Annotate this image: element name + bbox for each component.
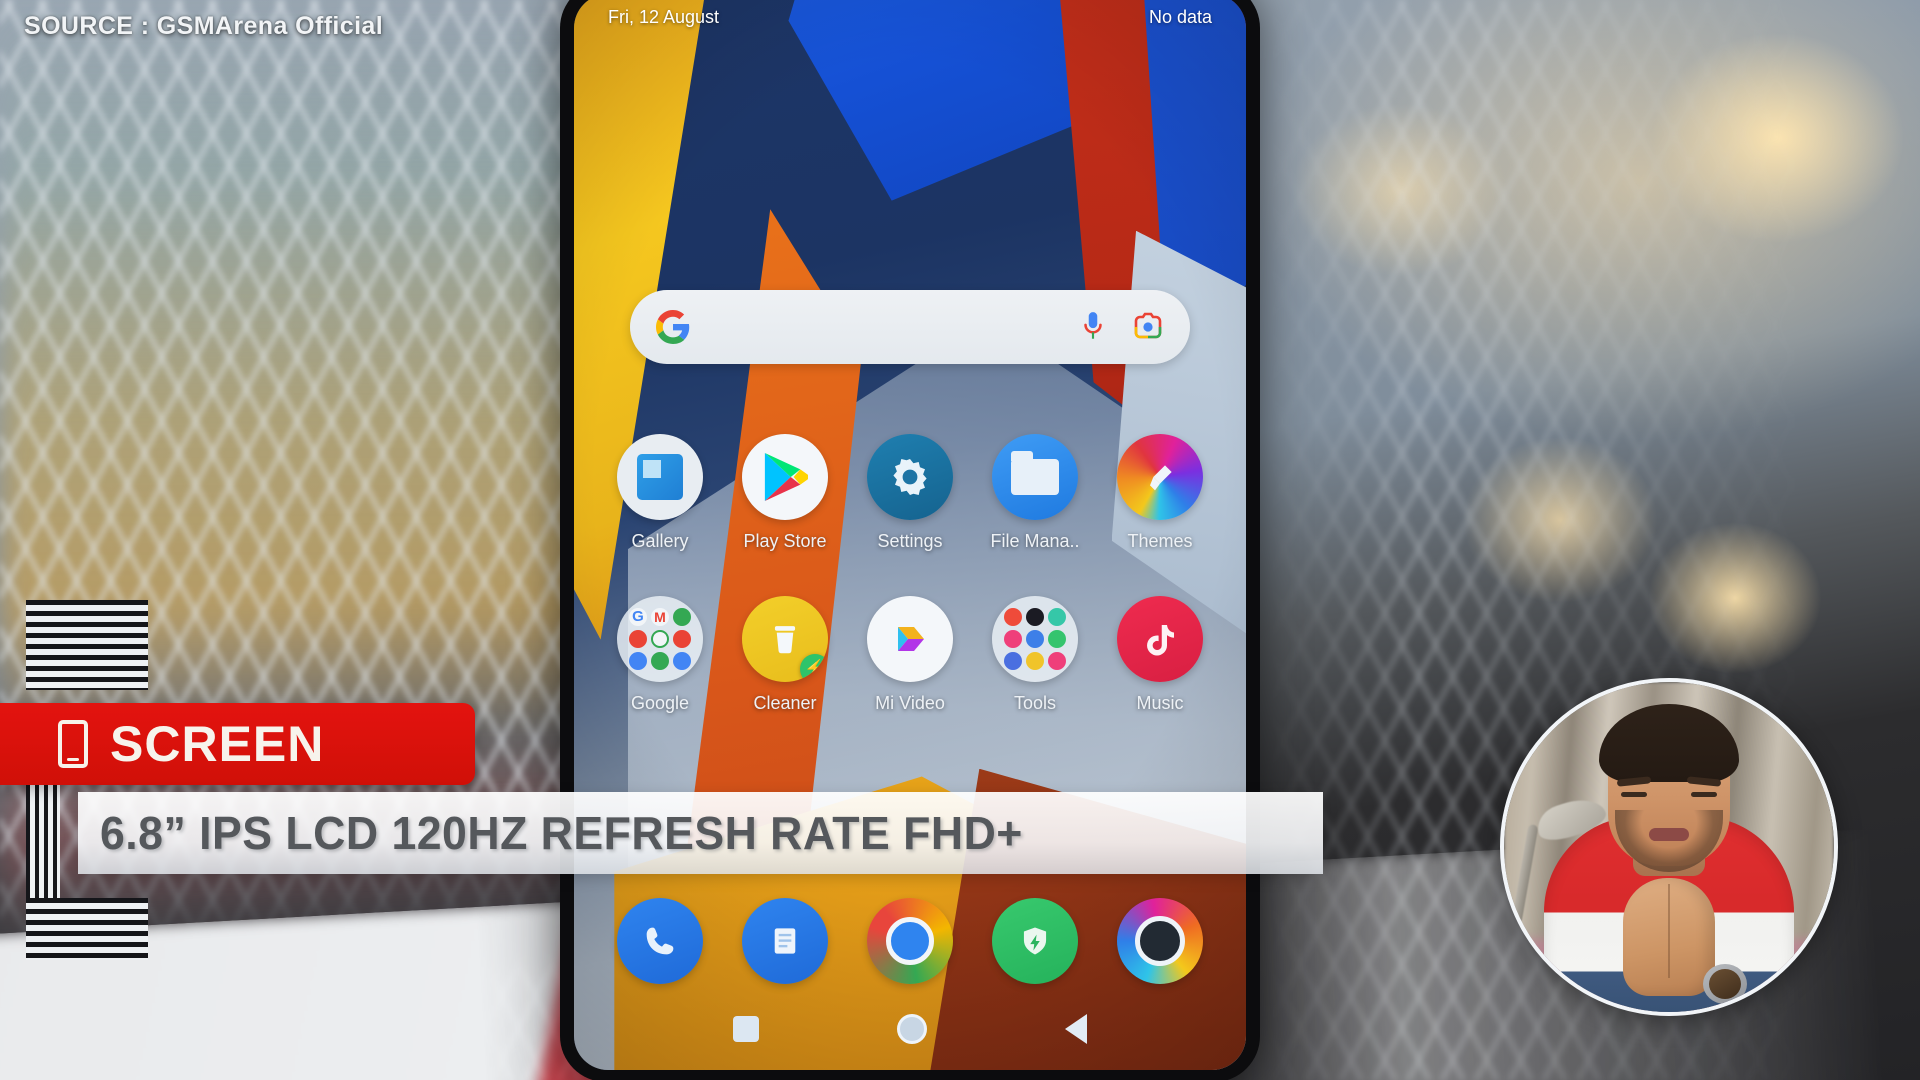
app-label: Music [1136,693,1184,713]
status-bar: Fri, 12 August No data [574,0,1246,40]
stripe-decor-vertical [26,784,60,902]
mi-video-play-icon[interactable] [867,596,953,682]
google-folder-icon[interactable]: G M [617,596,703,682]
circle-home-icon[interactable] [897,1014,927,1044]
section-banner: SCREEN [0,703,475,785]
app-label: Settings [877,531,943,551]
video-frame: SOURCE : GSMArena Official Fri, 12 Augus… [0,0,1920,1080]
cleaner-badge: ⚡ [800,654,828,682]
security-shield-icon[interactable] [992,898,1078,984]
gallery-icon[interactable] [617,434,703,520]
navigation-bar [574,1000,1246,1058]
app-label: Google [630,693,690,713]
microphone-icon[interactable] [1080,311,1106,343]
phone-handset-icon[interactable] [617,898,703,984]
camera-icon[interactable] [1117,898,1203,984]
app-grid: Gallery Play Store Settings File Mana.. … [604,434,1216,758]
square-recents-icon[interactable] [733,1016,759,1042]
google-search-widget[interactable] [630,290,1190,364]
dock-app-camera[interactable] [1104,898,1216,984]
triangle-back-icon[interactable] [1065,1014,1087,1044]
file-manager-folder-icon[interactable] [992,434,1078,520]
spec-text: 6.8” IPS LCD 120HZ REFRESH RATE FHD+ [100,807,1023,859]
google-lens-icon[interactable] [1132,311,1164,343]
presenter-mouth [1649,828,1689,841]
phone-screen: Fri, 12 August No data Gallery Play Stor… [574,0,1246,1070]
app-cleaner[interactable]: ⚡ Cleaner [729,596,841,714]
google-g-icon [656,310,690,344]
smartphone-icon [58,720,88,768]
phone-device: Fri, 12 August No data Gallery Play Stor… [560,0,1260,1080]
app-label: Gallery [631,531,689,551]
app-music[interactable]: Music [1104,596,1216,714]
dock-app-phone[interactable] [604,898,716,984]
app-label: Tools [1013,693,1057,713]
section-label: SCREEN [110,716,325,772]
source-label: SOURCE : GSMArena Official [24,12,384,40]
app-label: Cleaner [753,693,817,713]
play-store-icon[interactable] [742,434,828,520]
app-label: Themes [1127,531,1193,551]
app-play-store[interactable]: Play Store [729,434,841,552]
app-themes[interactable]: Themes [1104,434,1216,552]
dock [604,898,1216,984]
app-label: Play Store [743,531,827,551]
dock-app-security[interactable] [979,898,1091,984]
app-google-folder[interactable]: G M Google [604,596,716,714]
app-label: File Mana.. [990,531,1080,551]
stripe-decor-top [26,600,148,690]
app-settings[interactable]: Settings [854,434,966,552]
app-mi-video[interactable]: Mi Video [854,596,966,714]
status-bar-network: No data [1148,6,1212,27]
app-file-manager[interactable]: File Mana.. [979,434,1091,552]
app-label: Mi Video [875,693,945,713]
cleaner-trash-icon[interactable]: ⚡ [742,596,828,682]
app-gallery[interactable]: Gallery [604,434,716,552]
stripe-decor-bottom [26,898,148,960]
app-row-2: G M Google ⚡ Cleaner Mi Video Tools Musi… [604,596,1216,714]
presenter-webcam-circle [1500,678,1838,1016]
app-tools-folder[interactable]: Tools [979,596,1091,714]
spec-banner: 6.8” IPS LCD 120HZ REFRESH RATE FHD+ [78,792,1323,874]
settings-gear-icon[interactable] [867,434,953,520]
app-row-1: Gallery Play Store Settings File Mana.. … [604,434,1216,552]
wristwatch [1703,964,1747,1004]
dock-app-messages[interactable] [729,898,841,984]
music-note-icon[interactable] [1117,596,1203,682]
themes-brush-icon[interactable] [1117,434,1203,520]
dock-app-chrome[interactable] [854,898,966,984]
presenter-eye-right [1691,792,1717,797]
tools-folder-icon[interactable] [992,596,1078,682]
messages-icon[interactable] [742,898,828,984]
presenter-eye-left [1621,792,1647,797]
status-bar-date: Fri, 12 August [608,6,720,27]
presenter-hands [1623,878,1715,996]
chrome-icon[interactable] [867,898,953,984]
